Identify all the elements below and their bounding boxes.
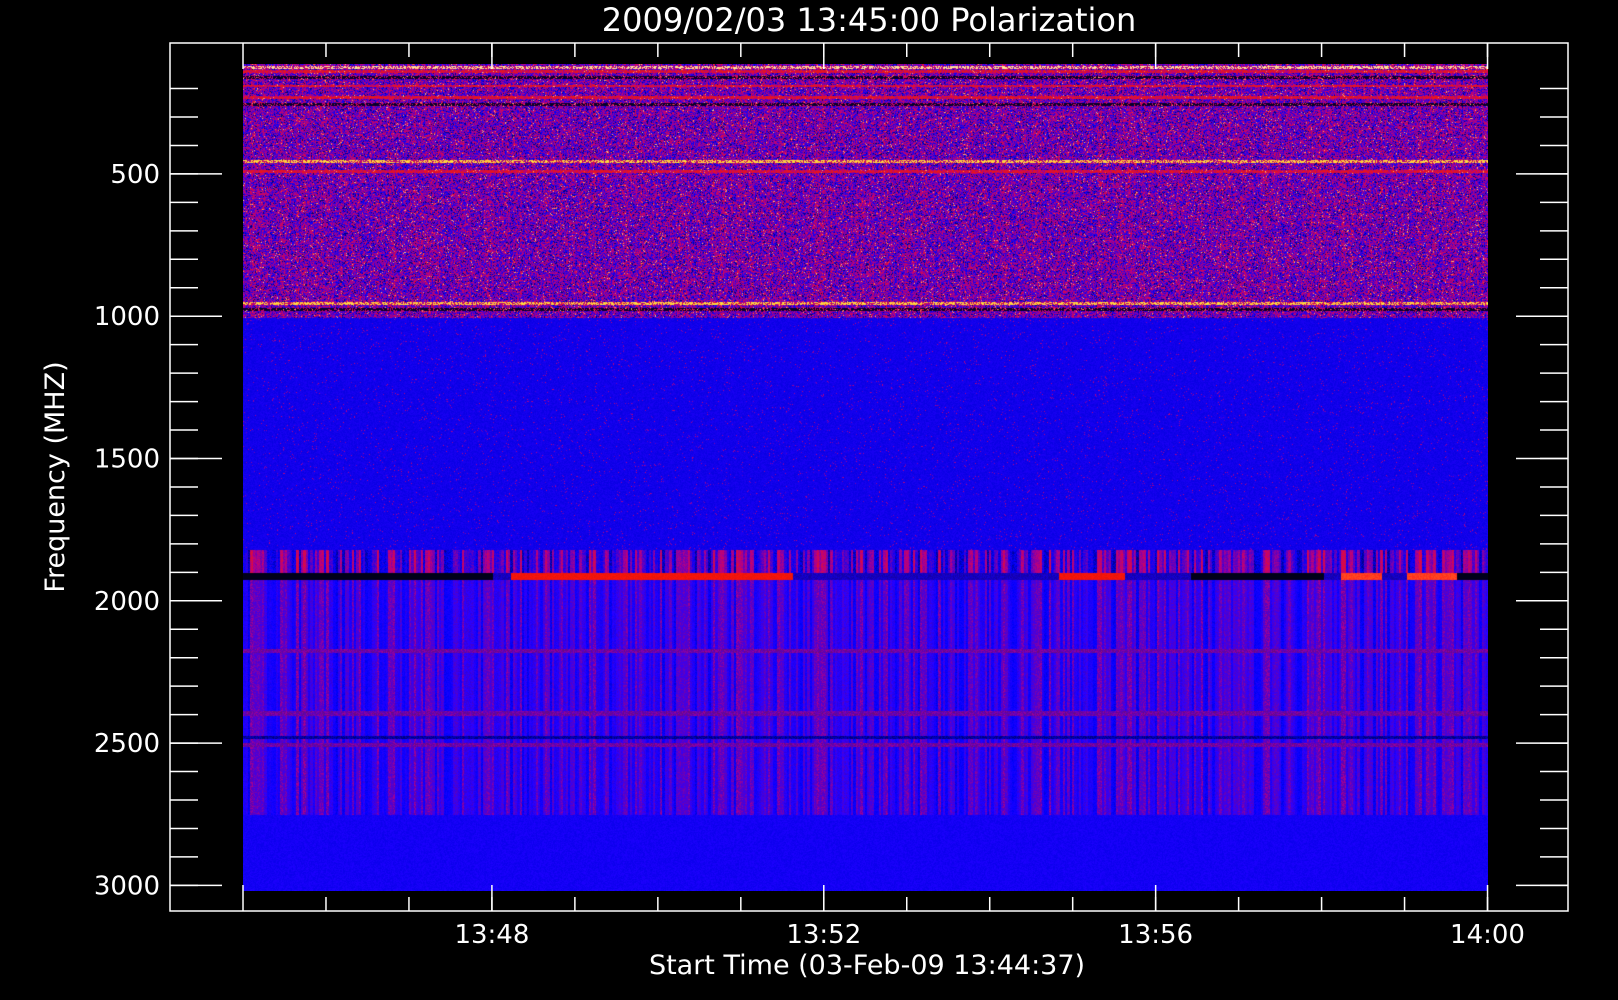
y-tick-label: 1500: [94, 445, 160, 475]
x-tick-label: 13:48: [454, 920, 529, 950]
y-axis-label: Frequency (MHZ): [40, 361, 71, 592]
x-tick-label: 14:00: [1450, 920, 1525, 950]
x-tick-label: 13:52: [786, 920, 861, 950]
y-tick-label: 3000: [94, 871, 160, 901]
y-tick-label: 2000: [94, 587, 160, 617]
y-tick-label: 500: [110, 160, 160, 190]
y-tick-label: 1000: [94, 302, 160, 332]
spectrogram-image: [243, 64, 1488, 891]
polarization-spectrogram: 13:48 13:52 13:56 14:00 500 1000 1500 2000 2500 3…: [0, 0, 1618, 1000]
heatmap: [243, 64, 1488, 891]
x-tick-label: 13:56: [1118, 920, 1193, 950]
y-tick-label: 2500: [94, 729, 160, 759]
x-axis-label: Start Time (03-Feb-09 13:44:37): [649, 950, 1085, 981]
chart-title: 2009/02/03 13:45:00 Polarization: [602, 1, 1136, 39]
